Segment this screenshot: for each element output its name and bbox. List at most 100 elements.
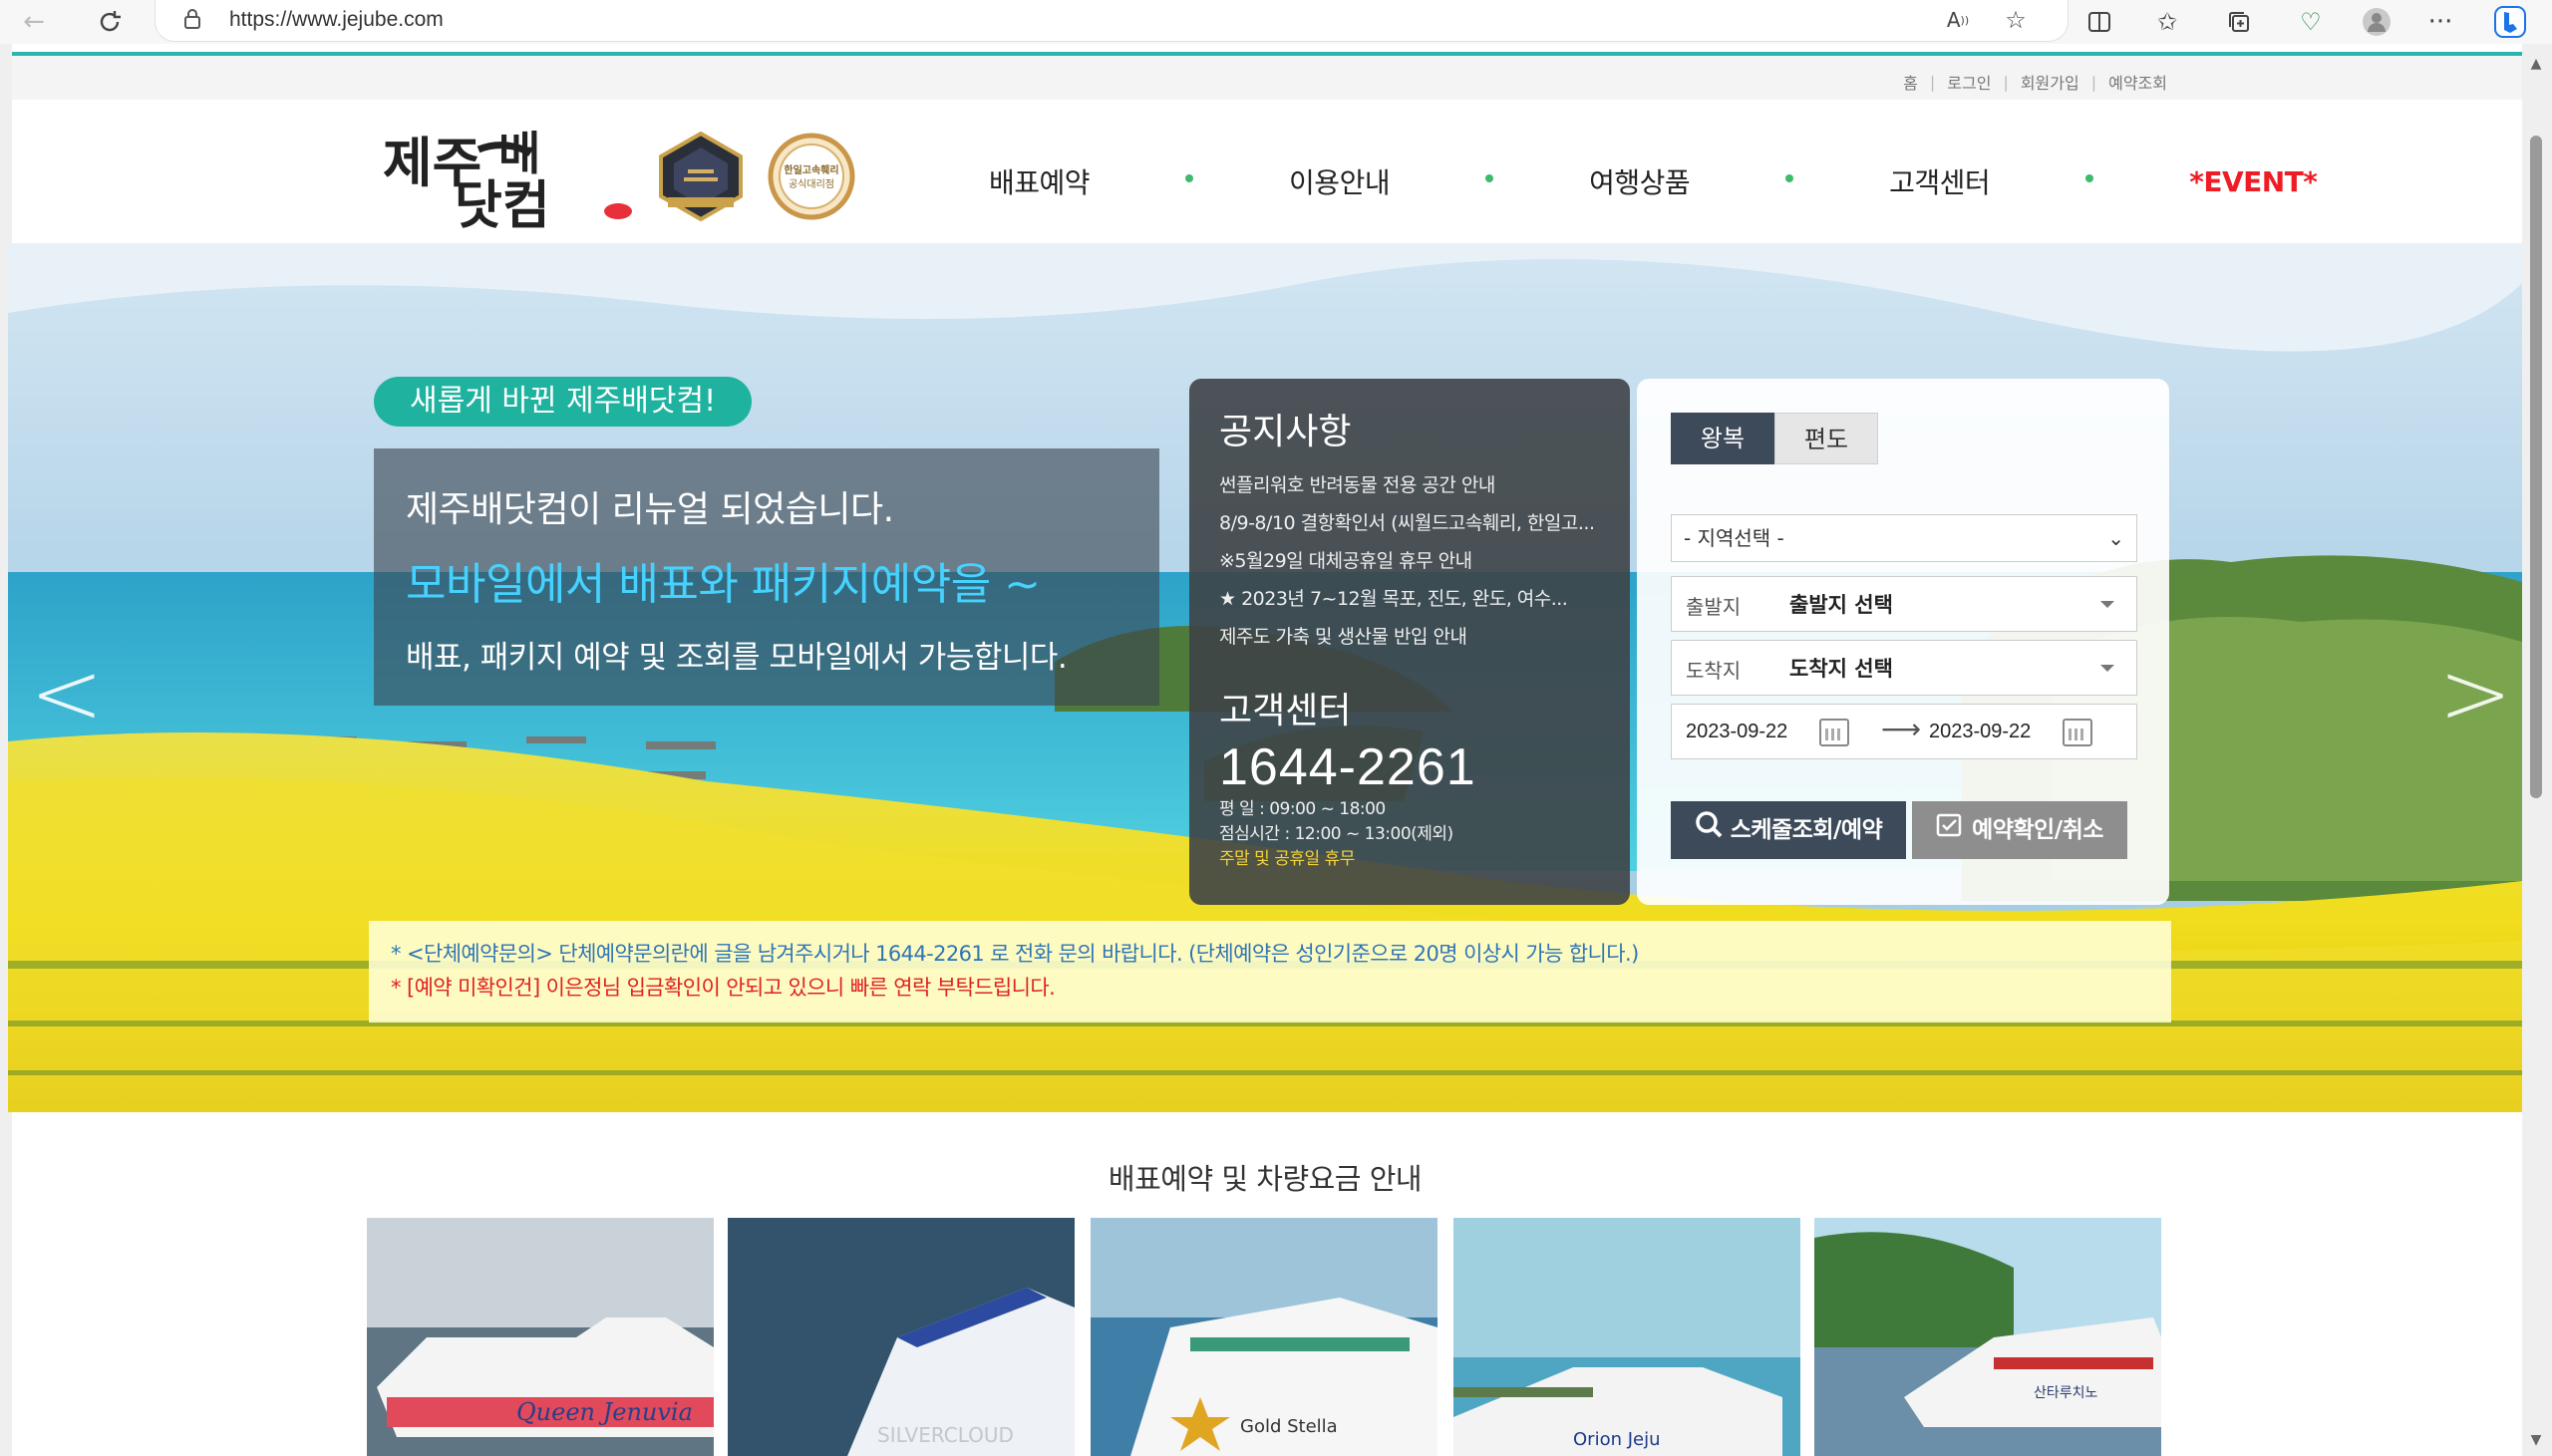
calendar-icon[interactable] — [2063, 719, 2092, 746]
group-booking-notice: * <단체예약문의> 단체예약문의란에 글을 남겨주시거나 1644-2261 … — [391, 942, 1639, 966]
separator: | — [2090, 72, 2097, 92]
departure-value: 출발지 선택 — [1789, 593, 1893, 617]
scrollbar-thumb[interactable] — [2530, 136, 2542, 798]
hero-headline: 제주배닷컴이 리뉴얼 되었습니다. — [406, 489, 894, 530]
scroll-up-icon[interactable]: ▲ — [2528, 56, 2544, 72]
split-screen-icon[interactable] — [2081, 4, 2117, 40]
url-text: https://www.jejube.com — [229, 8, 444, 31]
calendar-icon[interactable] — [1819, 719, 1849, 746]
departure-label: 출발지 — [1686, 595, 1742, 619]
browser-toolbar: ← https://www.jejube.com A)) ☆ ✩ ♡ ··· — [0, 0, 2552, 44]
caret-down-icon — [2100, 665, 2114, 672]
arrival-select[interactable]: 도착지 도착지 선택 — [1671, 640, 2137, 696]
nav-usage-guide[interactable]: 이용안내 — [1289, 161, 1391, 201]
hours-weekday: 평 일 : 09:00 ~ 18:00 — [1219, 799, 1386, 819]
notice-item[interactable]: ★ 2023년 7~12월 목포, 진도, 완도, 여수... — [1219, 580, 1618, 618]
svg-text:닷컴: 닷컴 — [455, 176, 550, 231]
ferry-card-queen-jenuvia[interactable]: Queen Jenuvia — [367, 1218, 714, 1456]
customer-center-phone: 1644-2261 — [1219, 738, 1476, 796]
region-select[interactable]: - 지역선택 - ⌄ — [1671, 514, 2137, 562]
profile-avatar-icon[interactable] — [2359, 4, 2394, 40]
date-from-input[interactable]: 2023-09-22 — [1686, 721, 1787, 743]
favorites-icon[interactable]: ✩ — [2149, 4, 2185, 40]
official-agency-badge: 한일고속훼리 공식대리점 — [762, 132, 855, 221]
util-link-login[interactable]: 로그인 — [1947, 70, 1991, 94]
hours-lunch: 점심시간 : 12:00 ~ 13:00(제외) — [1219, 824, 1453, 844]
reservation-confirm-button[interactable]: 예약확인/취소 — [1912, 801, 2127, 859]
bing-copilot-icon[interactable] — [2492, 4, 2528, 40]
notice-item[interactable]: 썬플리워호 반려동물 전용 공간 안내 — [1219, 466, 1618, 504]
notice-item[interactable]: ※5월29일 대체공휴일 휴무 안내 — [1219, 542, 1618, 580]
site-logo[interactable]: 제주 배 닷컴 — [379, 120, 640, 236]
nav-dot — [1785, 174, 1794, 182]
ship-name-text: Gold Stella — [1240, 1416, 1338, 1437]
hero-description: 배표, 패키지 예약 및 조회를 모바일에서 가능합니다. — [406, 640, 1068, 676]
nav-dot — [1185, 174, 1194, 182]
nav-dot — [1485, 174, 1494, 182]
booking-panel: 왕복 편도 - 지역선택 - ⌄ 출발지 출발지 선택 도착지 도착지 선택 2… — [1637, 379, 2169, 905]
more-menu-icon[interactable]: ··· — [2422, 4, 2458, 40]
nav-event[interactable]: *EVENT* — [2189, 165, 2318, 198]
reservation-confirm-label: 예약확인/취소 — [1972, 817, 2103, 843]
ship-name-text: SILVERCLOUD — [877, 1423, 1014, 1447]
arrow-right-icon: ⟶ — [1881, 713, 1922, 745]
check-document-icon — [1936, 802, 1964, 860]
alert-box: * <단체예약문의> 단체예약문의란에 글을 남겨주시거나 1644-2261 … — [369, 921, 2171, 1022]
page: ← https://www.jejube.com A)) ☆ ✩ ♡ ··· ▲… — [0, 0, 2552, 1456]
next-slide-icon[interactable]: > — [2438, 642, 2512, 744]
util-link-signup[interactable]: 회원가입 — [2021, 70, 2079, 94]
util-link-home[interactable]: 홈 — [1903, 70, 1918, 94]
site-header: 제주 배 닷컴 한일고속훼리 공식대리점 배표예약 이용안내 여행상품 고객센터… — [12, 100, 2522, 243]
browser-essentials-icon[interactable]: ♡ — [2293, 4, 2329, 40]
schedule-search-button[interactable]: 스케줄조회/예약 — [1671, 801, 1906, 859]
ship-name-text: 산타루치노 — [2034, 1385, 2098, 1401]
address-bar[interactable]: https://www.jejube.com A)) ☆ — [155, 0, 2069, 42]
svg-text:한일고속훼리: 한일고속훼리 — [784, 163, 838, 176]
read-aloud-icon[interactable]: A)) — [1940, 2, 1976, 38]
ferry-card-silvercloud[interactable]: SILVERCLOUD — [728, 1218, 1075, 1456]
scroll-down-icon[interactable]: ▼ — [2528, 1432, 2544, 1448]
scrollbar-track[interactable]: ▲ ▼ — [2522, 44, 2552, 1456]
departure-select[interactable]: 출발지 출발지 선택 — [1671, 576, 2137, 632]
ferry-card-gold-stella[interactable]: Gold Stella — [1091, 1218, 1437, 1456]
arrival-value: 도착지 선택 — [1789, 657, 1893, 681]
tab-one-way[interactable]: 편도 — [1774, 413, 1878, 464]
nav-travel-products[interactable]: 여행상품 — [1589, 161, 1691, 201]
award-badge-dark — [656, 131, 746, 222]
svg-text:배: 배 — [498, 127, 540, 180]
unconfirmed-booking-notice: * [예약 미확인건] 이은정님 입금확인이 안되고 있으니 빠른 연락 부탁드… — [391, 976, 1056, 1000]
reload-icon[interactable] — [90, 2, 130, 42]
search-icon — [1695, 802, 1723, 860]
ferry-card-santa-lucino[interactable]: 산타루치노 — [1814, 1218, 2161, 1456]
caret-down-icon — [2100, 601, 2114, 608]
utility-bar: 홈 | 로그인 | 회원가입 | 예약조회 — [12, 56, 2522, 100]
hero-highlight: 모바일에서 배표와 패키지예약을 ~ — [406, 559, 1041, 610]
notice-title: 공지사항 — [1219, 412, 1352, 452]
notice-item[interactable]: 제주도 가축 및 생산물 반입 안내 — [1219, 618, 1618, 656]
back-arrow-icon[interactable]: ← — [14, 2, 54, 42]
ferry-card-orion-jeju[interactable]: Orion Jeju — [1453, 1218, 1800, 1456]
favorite-star-icon[interactable]: ☆ — [1998, 2, 2034, 38]
main-navigation: 배표예약 이용안내 여행상품 고객센터 *EVENT* — [989, 161, 2318, 201]
util-link-reservation-check[interactable]: 예약조회 — [2108, 70, 2167, 94]
hours-holiday: 주말 및 공휴일 휴무 — [1219, 849, 1355, 869]
nav-ticket-booking[interactable]: 배표예약 — [989, 161, 1091, 201]
nav-customer-center[interactable]: 고객센터 — [1889, 161, 1991, 201]
ship-name-text: Queen Jenuvia — [516, 1398, 693, 1426]
tab-round-trip[interactable]: 왕복 — [1671, 413, 1774, 464]
renewal-pill: 새롭게 바뀐 제주배닷컴! — [374, 377, 753, 427]
prev-slide-icon[interactable]: < — [30, 642, 104, 744]
notice-item[interactable]: 8/9-8/10 결항확인서 (씨월드고속훼리, 한일고... — [1219, 504, 1618, 542]
hero-message-box: 제주배닷컴이 리뉴얼 되었습니다. 모바일에서 배표와 패키지예약을 ~ 배표,… — [374, 448, 1159, 706]
collections-icon[interactable] — [2221, 4, 2257, 40]
chevron-down-icon: ⌄ — [2107, 526, 2124, 550]
ship-name-text: Orion Jeju — [1573, 1429, 1661, 1450]
date-to-input[interactable]: 2023-09-22 — [1929, 721, 2031, 743]
utility-links: 홈 | 로그인 | 회원가입 | 예약조회 — [1903, 70, 2167, 94]
nav-dot — [2085, 174, 2094, 182]
svg-text:공식대리점: 공식대리점 — [789, 178, 834, 190]
arrival-label: 도착지 — [1686, 659, 1742, 683]
notice-panel: 공지사항 썬플리워호 반려동물 전용 공간 안내 8/9-8/10 결항확인서 … — [1189, 379, 1630, 905]
customer-center-title: 고객센터 — [1219, 691, 1352, 731]
date-range: 2023-09-22 ⟶ 2023-09-22 — [1671, 704, 2137, 759]
